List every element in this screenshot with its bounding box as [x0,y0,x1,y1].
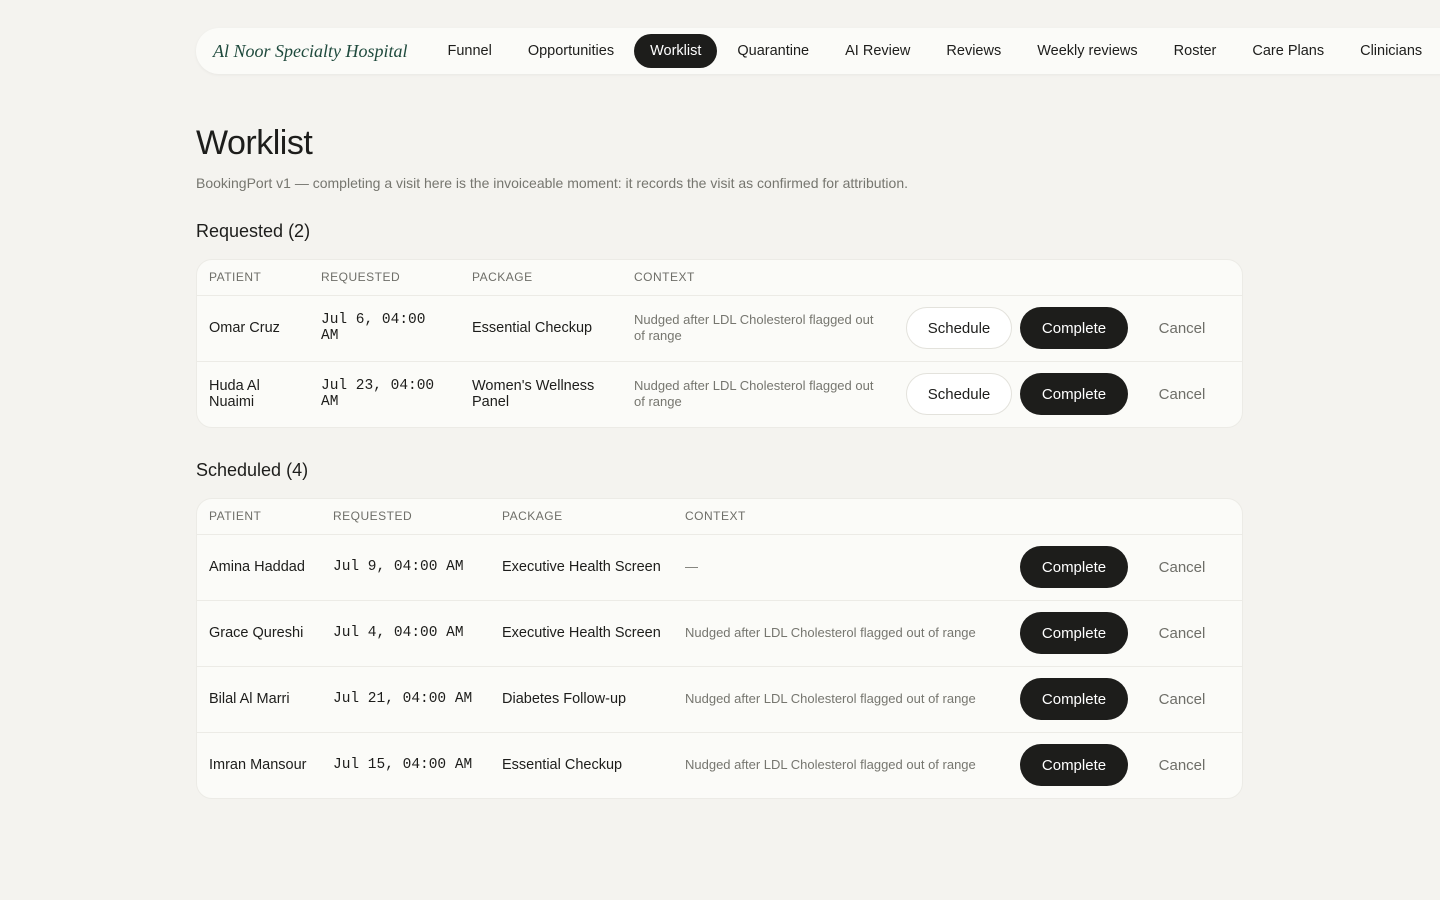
column-header-patient: PATIENT [197,499,321,535]
table-header-row: PATIENT REQUESTED PACKAGE CONTEXT [197,260,1242,296]
patient-name: Huda Al Nuaimi [209,378,260,411]
context-note: Nudged after LDL Cholesterol flagged out… [673,600,993,667]
page-subtitle: BookingPort v1 — completing a visit here… [196,175,908,191]
nav-items: Funnel Opportunities Worklist Quarantine AI … [431,34,1440,68]
nav-item-roster[interactable]: Roster [1158,34,1233,68]
column-header-requested: REQUESTED [309,260,460,296]
complete-button[interactable]: Complete [1020,546,1128,588]
package-name: Diabetes Follow-up [490,666,673,733]
patient-name: Bilal Al Marri [197,666,321,733]
context-note: Nudged after LDL Cholesterol flagged out… [622,295,892,362]
package-name: Executive Health Screen [490,600,673,667]
complete-button[interactable]: Complete [1020,678,1128,720]
nav-item-worklist[interactable]: Worklist [634,34,718,68]
row-actions: Complete Cancel [993,732,1242,798]
nav-item-care-plans[interactable]: Care Plans [1236,34,1340,68]
patient-name: Grace Qureshi [197,600,321,667]
requested-date: Jul 21, 04:00 AM [321,666,490,733]
scheduled-table-body: Amina Haddad Jul 9, 04:00 AM Executive Hea… [197,534,1242,798]
requested-table-card: PATIENT REQUESTED PACKAGE CONTEXT Omar C… [196,259,1243,428]
context-note: Nudged after LDL Cholesterol flagged out… [673,666,993,733]
cancel-button[interactable]: Cancel [1134,612,1230,654]
scheduled-table: PATIENT REQUESTED PACKAGE CONTEXT Amina … [197,499,1242,798]
row-actions: Complete Cancel [993,600,1242,667]
package-name: Essential Checkup [460,295,622,362]
nav-item-clinicians[interactable]: Clinicians [1344,34,1438,68]
table-row: Grace Qureshi Jul 4, 04:00 AM Executive He… [197,600,1242,667]
patient-name: Omar Cruz [197,295,309,362]
cancel-button[interactable]: Cancel [1134,373,1230,415]
table-header-row: PATIENT REQUESTED PACKAGE CONTEXT [197,499,1242,535]
nav-item-funnel[interactable]: Funnel [431,34,507,68]
requested-section-title: Requested (2) [196,221,311,241]
column-header-package: PACKAGE [460,260,622,296]
requested-date: Jul 15, 04:00 AM [333,757,473,774]
nav-item-reviews[interactable]: Reviews [930,34,1017,68]
requested-table-body: Omar Cruz Jul 6, 04:00 AM Essential Checku… [197,295,1242,427]
column-header-context: CONTEXT [622,260,892,296]
brand-logo[interactable]: Al Noor Specialty Hospital [213,41,407,62]
context-note: — [673,534,993,601]
requested-date: Jul 6, 04:00 AM [309,295,460,362]
context-note: Nudged after LDL Cholesterol flagged out… [634,378,874,410]
table-row: Omar Cruz Jul 6, 04:00 AM Essential Checku… [197,295,1242,362]
top-navigation: Al Noor Specialty Hospital Funnel Opportu… [196,28,1440,74]
nav-item-weekly-reviews[interactable]: Weekly reviews [1021,34,1153,68]
schedule-button[interactable]: Schedule [906,307,1012,349]
row-actions: Schedule Complete Cancel [892,295,1242,362]
context-note: Nudged after LDL Cholesterol flagged out… [685,757,976,773]
scheduled-section-title: Scheduled (4) [196,460,309,480]
cancel-button[interactable]: Cancel [1134,546,1230,588]
cancel-button[interactable]: Cancel [1134,678,1230,720]
table-row: Amina Haddad Jul 9, 04:00 AM Executive Hea… [197,534,1242,601]
patient-name: Imran Mansour [209,757,307,774]
column-header-package: PACKAGE [490,499,673,535]
complete-button[interactable]: Complete [1020,373,1128,416]
column-header-requested: REQUESTED [321,499,490,535]
package-name: Women's Wellness Panel [472,378,595,411]
page-title: Worklist [196,124,313,162]
requested-date: Jul 9, 04:00 AM [321,534,490,601]
nav-item-opportunities[interactable]: Opportunities [512,34,630,68]
schedule-button[interactable]: Schedule [906,373,1012,416]
row-actions: Schedule Complete Cancel [892,361,1242,427]
column-header-actions [892,260,1242,296]
requested-date: Jul 4, 04:00 AM [321,600,490,667]
complete-button[interactable]: Complete [1020,307,1128,349]
nav-item-ai-review[interactable]: AI Review [829,34,926,68]
complete-button[interactable]: Complete [1020,744,1128,787]
patient-name: Amina Haddad [197,534,321,601]
table-row: Huda Al Nuaimi Jul 23, 04:00 AM Women's We… [197,361,1242,427]
row-actions: Complete Cancel [993,534,1242,601]
nav-item-quarantine[interactable]: Quarantine [721,34,825,68]
row-actions: Complete Cancel [993,666,1242,733]
package-name: Essential Checkup [502,757,623,774]
column-header-patient: PATIENT [197,260,309,296]
requested-date: Jul 23, 04:00 AM [321,378,435,411]
column-header-actions [993,499,1242,535]
column-header-context: CONTEXT [673,499,993,535]
complete-button[interactable]: Complete [1020,612,1128,654]
package-name: Executive Health Screen [490,534,673,601]
scheduled-table-card: PATIENT REQUESTED PACKAGE CONTEXT Amina … [196,498,1243,799]
table-row: Bilal Al Marri Jul 21, 04:00 AM Diabetes F… [197,666,1242,733]
cancel-button[interactable]: Cancel [1134,307,1230,349]
table-row: Imran Mansour Jul 15, 04:00 AM Essential C… [197,732,1242,798]
cancel-button[interactable]: Cancel [1134,744,1230,786]
requested-table: PATIENT REQUESTED PACKAGE CONTEXT Omar C… [197,260,1242,427]
